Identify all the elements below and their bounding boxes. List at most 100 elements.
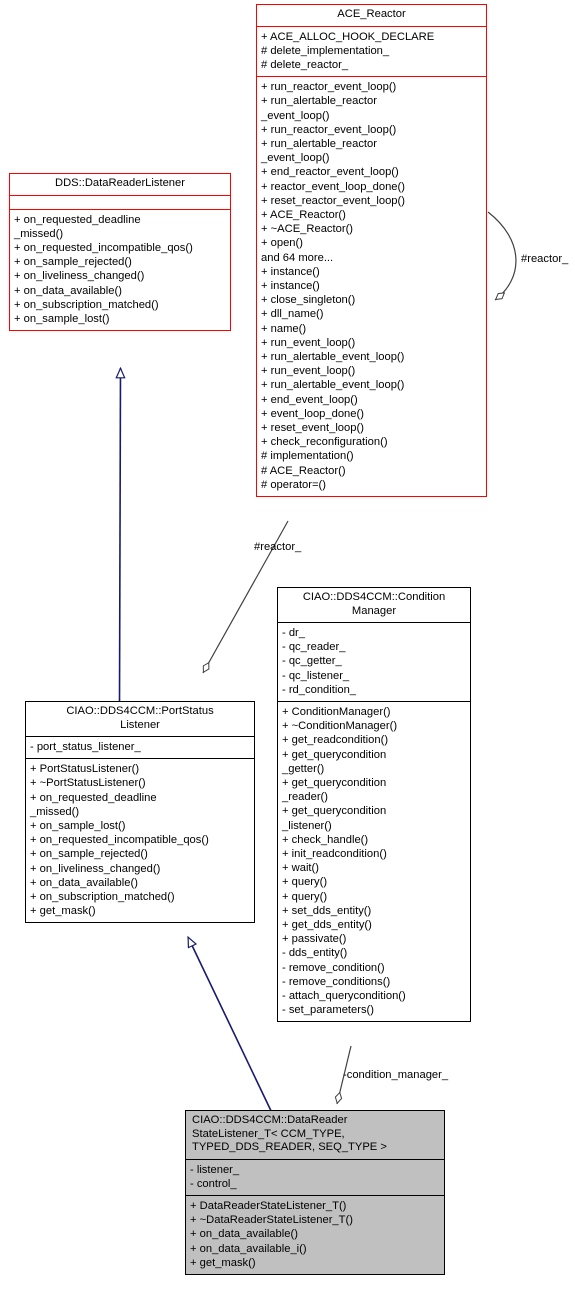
attribute-row: # delete_reactor_ (261, 58, 349, 71)
operation-row: + run_event_loop() (261, 365, 356, 378)
operation-row: + instance() (261, 279, 320, 292)
class-title-datareaderstatelistener-t: CIAO::DDS4CCM::DataReader StateListener_… (192, 1114, 387, 1153)
operation-row: + on_requested_deadline _missed() (30, 791, 157, 818)
operation-row: + on_data_available() (30, 876, 138, 889)
operation-row: - set_parameters() (282, 1004, 375, 1017)
operations-dds-datareaderlistener: + on_requested_deadline _missed() + on_r… (10, 210, 230, 331)
attribute-row: - dr_ (282, 627, 306, 639)
operation-row: + run_reactor_event_loop() (261, 81, 397, 94)
operation-row: + on_data_available_i() (190, 1242, 307, 1255)
operation-row: + run_reactor_event_loop() (261, 123, 397, 136)
operation-row: + on_liveliness_changed() (14, 270, 145, 283)
attributes-datareaderstatelistener-t: - listener_ - control_ (186, 1160, 444, 1195)
operation-row: + run_alertable_reactor _event_loop() (261, 137, 377, 165)
operation-row: + reset_event_loop() (261, 421, 364, 434)
attributes-portstatuslistener: - port_status_listener_ (26, 737, 254, 758)
operation-row: + get_readcondition() (282, 734, 389, 747)
operation-row: + on_sample_rejected() (30, 848, 148, 861)
edge-inherit-datareaderstatelistener-to-portstatuslistener (187, 937, 274, 1116)
operation-row: + run_alertable_reactor _event_loop() (261, 95, 377, 122)
operation-row: + DataReaderStateListener_T() (190, 1199, 347, 1212)
operation-row: + check_handle() (282, 833, 369, 846)
edge-label-reactor-port: #reactor_ (254, 541, 302, 553)
operation-row: + get_querycondition _getter() (282, 748, 387, 775)
operation-row: + reset_reactor_event_loop() (261, 194, 405, 207)
operation-row: + get_querycondition _reader() (282, 777, 387, 804)
class-title-dds-datareaderlistener: DDS::DataReaderListener (55, 177, 185, 189)
operation-row: + event_loop_done() (261, 407, 364, 420)
operation-row: + run_alertable_event_loop() (261, 350, 405, 363)
edge-label-reactor-self: #reactor_ (521, 253, 569, 265)
operation-row-more: and 64 more... (261, 251, 334, 264)
attributes-conditionmanager: - dr_ - qc_reader_ - qc_getter_ - qc_lis… (278, 623, 470, 701)
uml-class-diagram: ACE_Reactor + ACE_ALLOC_HOOK_DECLARE # d… (0, 0, 575, 1296)
operation-row: + ~ConditionManager() (282, 720, 398, 733)
operation-row: + end_reactor_event_loop() (261, 166, 399, 179)
attribute-row: - control_ (190, 1177, 237, 1190)
class-box-conditionmanager[interactable]: CIAO::DDS4CCM::Condition Manager - dr_ -… (277, 587, 471, 1023)
operation-row: - remove_conditions() (282, 975, 391, 988)
operation-row: + end_event_loop() (261, 393, 358, 406)
operation-row: + init_readcondition() (282, 848, 387, 861)
class-title-ace-reactor: ACE_Reactor (337, 8, 406, 20)
attributes-ace-reactor: + ACE_ALLOC_HOOK_DECLARE # delete_implem… (257, 27, 486, 77)
attribute-row: - qc_listener_ (282, 669, 350, 682)
operation-row: + get_mask() (30, 905, 96, 918)
operation-row: + query() (282, 876, 328, 889)
operation-row: # ACE_Reactor() (261, 464, 346, 477)
edge-label-condition-manager: -condition_manager_ (343, 1069, 449, 1081)
attribute-row: - rd_condition_ (282, 683, 357, 696)
operation-row: + on_subscription_matched() (14, 298, 159, 311)
class-title-portstatuslistener: CIAO::DDS4CCM::PortStatus Listener (66, 705, 214, 731)
operation-row: + ~ACE_Reactor() (261, 223, 354, 236)
attribute-row: + ACE_ALLOC_HOOK_DECLARE (261, 30, 435, 43)
operation-row: + name() (261, 322, 307, 335)
operation-row: + on_subscription_matched() (30, 891, 175, 904)
class-box-ace-reactor[interactable]: ACE_Reactor + ACE_ALLOC_HOOK_DECLARE # d… (256, 4, 487, 497)
operation-row: + on_requested_deadline _missed() (14, 213, 141, 240)
operation-row: + on_sample_lost() (30, 820, 126, 833)
operation-row: + check_reconfiguration() (261, 436, 388, 449)
operation-row: # implementation() (261, 450, 354, 463)
operation-row: + ~DataReaderStateListener_T() (190, 1214, 353, 1227)
operations-datareaderstatelistener-t: + DataReaderStateListener_T() + ~DataRea… (186, 1196, 444, 1274)
operation-row: - dds_entity() (282, 947, 348, 960)
operation-row: + ConditionManager() (282, 706, 391, 719)
operation-row: # operator=() (261, 478, 326, 491)
operation-row: + run_event_loop() (261, 336, 356, 349)
operation-row: + on_liveliness_changed() (30, 862, 161, 875)
operation-row: + reactor_event_loop_done() (261, 180, 405, 193)
operation-row: + on_requested_incompatible_qos() (30, 834, 209, 847)
operations-ace-reactor: + run_reactor_event_loop() + run_alertab… (257, 77, 486, 496)
attribute-row: - listener_ (190, 1163, 240, 1176)
class-title-conditionmanager: CIAO::DDS4CCM::Condition Manager (302, 591, 446, 617)
attribute-row: - port_status_listener_ (30, 741, 141, 753)
class-box-datareaderstatelistener-t[interactable]: CIAO::DDS4CCM::DataReader StateListener_… (185, 1110, 445, 1275)
attribute-row: - qc_getter_ (282, 655, 342, 668)
attribute-row: - qc_reader_ (282, 641, 346, 654)
class-box-portstatuslistener[interactable]: CIAO::DDS4CCM::PortStatus Listener - por… (25, 701, 255, 924)
operation-row: + on_sample_rejected() (14, 256, 132, 269)
edge-inherit-portstatuslistener-to-datareaderlistener (120, 368, 121, 703)
operation-row: + run_alertable_event_loop() (261, 379, 405, 392)
operation-row: - attach_querycondition() (282, 990, 406, 1003)
attributes-dds-datareaderlistener (10, 196, 230, 209)
operation-row: + open() (261, 237, 303, 250)
operation-row: + instance() (261, 265, 320, 278)
operation-row: + ~PortStatusListener() (30, 777, 146, 790)
class-box-dds-datareaderlistener[interactable]: DDS::DataReaderListener + on_requested_d… (9, 173, 231, 332)
operation-row: + on_data_available() (190, 1228, 298, 1241)
operation-row: + query() (282, 890, 328, 903)
operation-row: + get_mask() (190, 1256, 256, 1269)
operation-row: + get_dds_entity() (282, 919, 372, 932)
operation-row: + PortStatusListener() (30, 763, 140, 776)
attribute-row: # delete_implementation_ (261, 44, 390, 57)
operation-row: + dll_name() (261, 308, 324, 321)
operation-row: + on_sample_lost() (14, 312, 110, 325)
operation-row: + on_requested_incompatible_qos() (14, 241, 193, 254)
operation-row: - remove_condition() (282, 961, 385, 974)
edge-self-aggregation-reactor (487, 211, 517, 301)
operation-row: + ACE_Reactor() (261, 208, 346, 221)
operation-row: + passivate() (282, 933, 347, 946)
operation-row: + set_dds_entity() (282, 904, 372, 917)
